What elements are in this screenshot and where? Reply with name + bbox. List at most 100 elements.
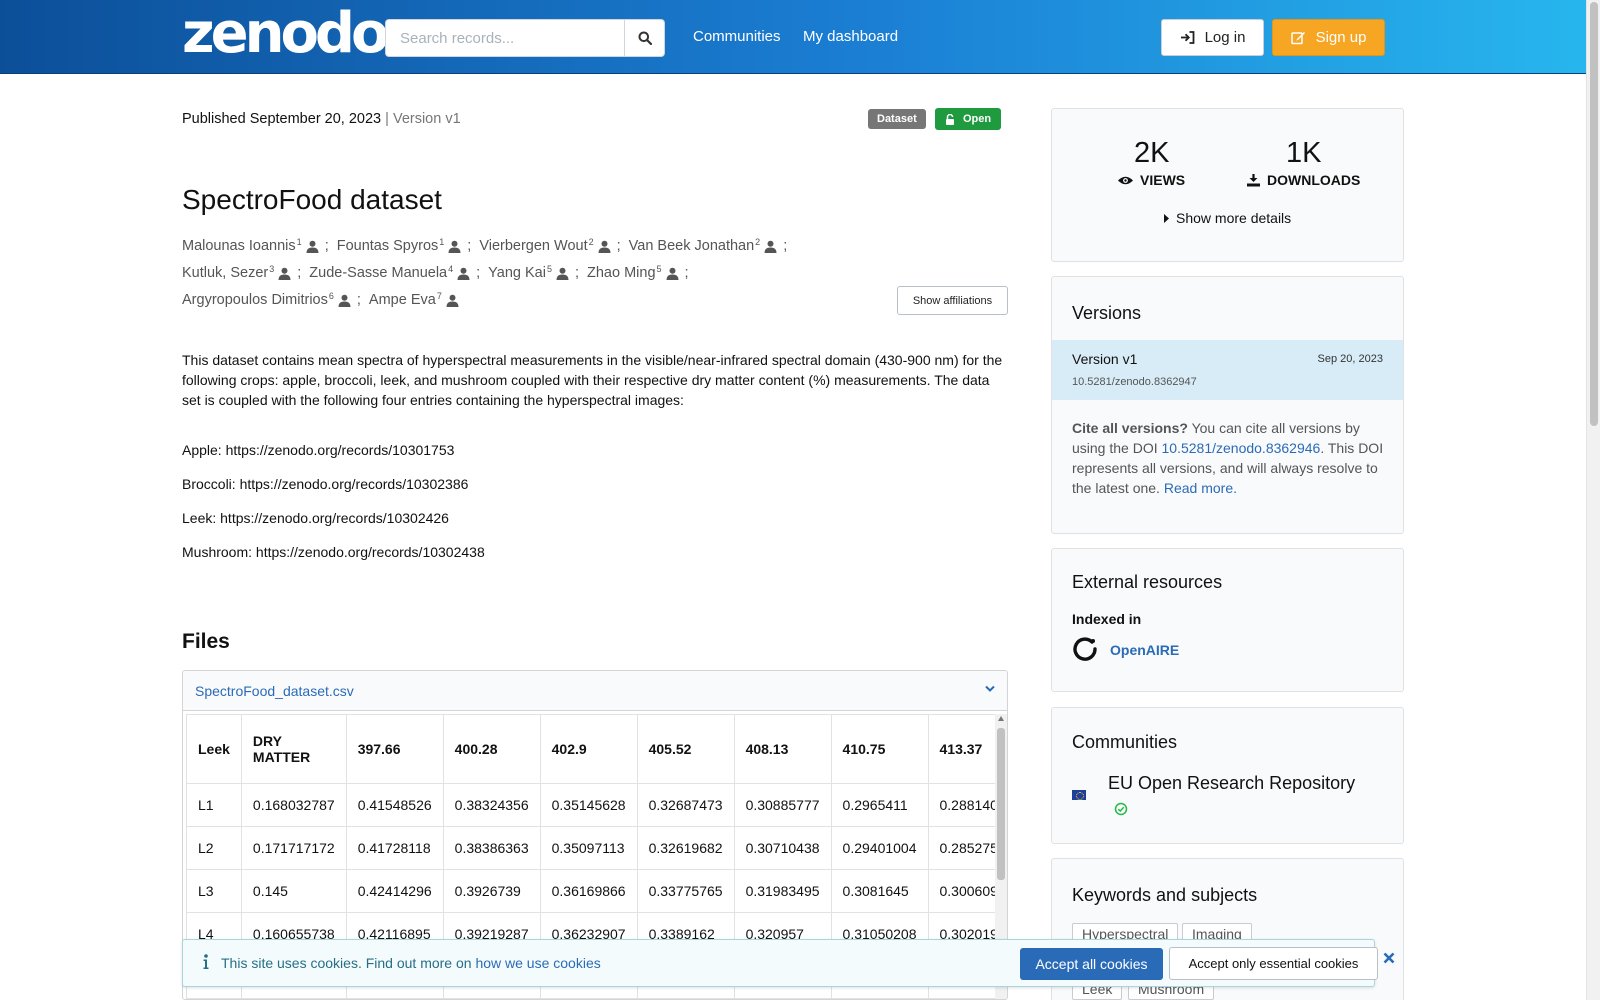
creator-item[interactable]: Kutluk, Sezer 3; (182, 260, 301, 287)
table-cell: 0.30885777 (733, 783, 832, 827)
creator-name[interactable]: Kutluk, Sezer (182, 260, 268, 287)
table-row: L2 0.171717172 0.41728118 0.38386363 0.35097… (186, 826, 996, 870)
creator-affiliation-number: 3 (269, 264, 275, 274)
table-row: L1 0.168032787 0.41548526 0.38324356 0.35145… (186, 783, 996, 827)
table-column-header: DRY MATTER (240, 714, 347, 784)
version-label: | Version v1 (385, 111, 461, 127)
close-icon[interactable] (1383, 952, 1395, 964)
creator-item[interactable]: Zude-Sasse Manuela 4; (309, 260, 480, 287)
show-affiliations-button[interactable]: Show affiliations (897, 286, 1008, 315)
scroll-up-arrow[interactable] (998, 716, 1004, 721)
table-column-header: 402.9 (539, 714, 638, 784)
table-cell: L1 (186, 783, 242, 827)
version-item-date: Sep 20, 2023 (1317, 353, 1383, 365)
openaire-link[interactable]: OpenAIRE (1072, 637, 1179, 663)
login-button[interactable]: Log in (1161, 19, 1264, 56)
table-cell: 0.32687473 (636, 783, 735, 827)
nav-my-dashboard[interactable]: My dashboard (803, 28, 898, 45)
link-apple[interactable]: Apple: https://zenodo.org/records/103017… (182, 442, 485, 476)
creator-affiliation-number: 7 (436, 291, 442, 301)
link-broccoli[interactable]: Broccoli: https://zenodo.org/records/103… (182, 476, 485, 510)
search-input[interactable] (385, 19, 625, 57)
zenodo-logo[interactable]: zenodo (182, 6, 389, 62)
user-icon (598, 240, 611, 253)
creator-affiliation-number: 5 (546, 264, 552, 274)
resource-type-badge[interactable]: Dataset (868, 109, 926, 129)
views-count: 2K (1134, 137, 1170, 169)
accept-all-cookies-button[interactable]: Accept all cookies (1020, 948, 1163, 980)
creator-name[interactable]: Ampe Eva (369, 287, 436, 314)
versions-title: Versions (1072, 303, 1142, 323)
indexed-in-label: Indexed in (1072, 611, 1142, 627)
read-more-link[interactable]: Read more. (1164, 480, 1237, 496)
link-leek[interactable]: Leek: https://zenodo.org/records/1030242… (182, 510, 485, 544)
table-scroll-thumb[interactable] (997, 728, 1005, 880)
eu-flag-icon (1072, 790, 1086, 800)
show-more-details-toggle[interactable]: Show more details (1164, 210, 1291, 226)
communities-card: Communities EU Open Research Repository (1051, 707, 1404, 844)
concept-doi-link[interactable]: 10.5281/zenodo.8362946 (1162, 440, 1321, 456)
creator-item[interactable]: Malounas Ioannis 1; (182, 233, 329, 260)
table-cell: 0.41728118 (345, 826, 444, 870)
creator-item[interactable]: Ampe Eva 7 (369, 287, 459, 314)
table-cell: 0.285275 (927, 826, 996, 870)
stats-card: 2K VIEWS 1K DOWNLOADS Show more details (1051, 108, 1404, 262)
table-cell: 0.32619682 (636, 826, 735, 870)
version-item-label[interactable]: Version v1 (1072, 351, 1137, 367)
table-cell: 0.42414296 (345, 869, 444, 913)
creator-item[interactable]: Van Beek Jonathan 2; (629, 233, 788, 260)
creator-item[interactable]: Yang Kai 5; (488, 260, 579, 287)
community-name[interactable]: EU Open Research Repository (1108, 772, 1355, 794)
creator-separator: ; (467, 238, 472, 254)
signup-button[interactable]: Sign up (1272, 19, 1385, 56)
openaire-logo-icon (1073, 637, 1097, 661)
openaire-label: OpenAIRE (1110, 642, 1180, 658)
accept-essential-cookies-button[interactable]: Accept only essential cookies (1169, 947, 1378, 980)
table-cell: 0.35145628 (539, 783, 638, 827)
downloads-count: 1K (1286, 137, 1322, 169)
downloads-label: DOWNLOADS (1267, 172, 1361, 188)
file-name[interactable]: SpectroFood_dataset.csv (195, 683, 354, 699)
record-description: This dataset contains mean spectra of hy… (182, 352, 1003, 408)
eye-icon (1118, 176, 1133, 184)
table-cell: 0.31983495 (733, 869, 832, 913)
version-item-v1[interactable]: Version v1 Sep 20, 2023 10.5281/zenodo.8… (1052, 340, 1403, 400)
creator-item[interactable]: Zhao Ming 5; (587, 260, 689, 287)
community-item[interactable]: EU Open Research Repository (1072, 772, 1355, 821)
user-icon (338, 294, 351, 307)
login-label: Log in (1204, 29, 1246, 46)
creator-separator: ; (616, 238, 621, 254)
table-cell: 0.2965411 (830, 783, 929, 827)
link-mushroom[interactable]: Mushroom: https://zenodo.org/records/103… (182, 544, 485, 578)
access-badge[interactable]: Open (935, 108, 1002, 130)
search-button[interactable] (624, 19, 665, 57)
external-resources-card: External resources Indexed in OpenAIRE (1051, 548, 1404, 692)
page-scrollbar[interactable] (1586, 0, 1600, 1000)
record-title: SpectroFood dataset (182, 184, 442, 215)
table-row: L3 0.145 0.42414296 0.3926739 0.36169866 0.33… (186, 869, 996, 913)
download-icon (1247, 174, 1260, 187)
creator-name[interactable]: Zhao Ming (587, 260, 656, 287)
creator-name[interactable]: Vierbergen Wout (479, 233, 587, 260)
creator-name[interactable]: Argyropoulos Dimitrios (182, 287, 328, 314)
page-scroll-thumb[interactable] (1590, 2, 1598, 426)
cite-all-versions-question: Cite all versions? (1072, 420, 1188, 436)
table-column-header: 408.13 (733, 714, 832, 784)
cite-all-versions-text: Cite all versions? You can cite all vers… (1072, 418, 1390, 498)
creator-separator: ; (476, 265, 481, 281)
creator-name[interactable]: Yang Kai (488, 260, 546, 287)
creator-name[interactable]: Fountas Spyros (337, 233, 439, 260)
creator-name[interactable]: Malounas Ioannis (182, 233, 296, 260)
files-heading: Files (182, 630, 230, 653)
chevron-down-icon[interactable] (985, 685, 995, 693)
table-cell: 0.33775765 (636, 869, 735, 913)
nav-communities[interactable]: Communities (693, 28, 781, 45)
table-cell: 0.145 (240, 869, 347, 913)
file-preview-header[interactable]: SpectroFood_dataset.csv (183, 671, 1007, 711)
table-cell: 0.168032787 (240, 783, 347, 827)
creator-name[interactable]: Van Beek Jonathan (629, 233, 755, 260)
cookie-policy-link[interactable]: how we use cookies (475, 955, 600, 971)
creator-affiliation-number: 4 (448, 264, 454, 274)
creator-affiliation-number: 2 (588, 237, 594, 247)
creator-item[interactable]: Argyropoulos Dimitrios 6; (182, 287, 361, 314)
